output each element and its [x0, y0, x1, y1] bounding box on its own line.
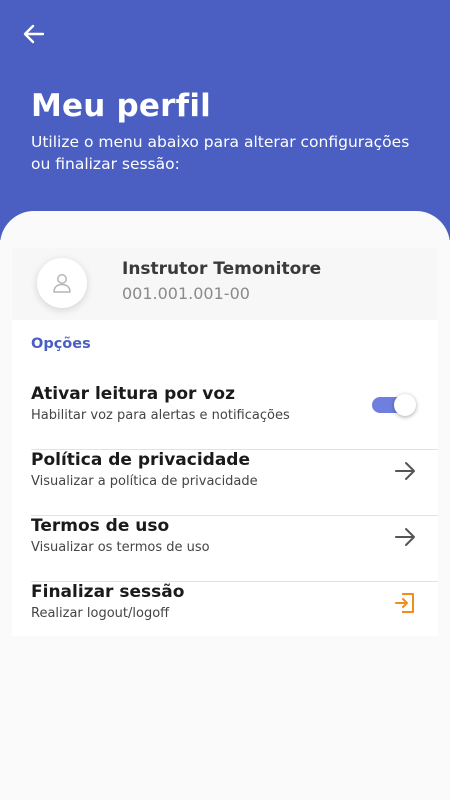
option-title: Ativar leitura por voz — [31, 384, 235, 404]
option-title: Finalizar sessão — [31, 582, 185, 602]
logout-icon[interactable] — [392, 590, 418, 616]
option-description: Habilitar voz para alertas e notificaçõe… — [31, 408, 290, 423]
option-voice-reading[interactable]: Ativar leitura por voz Habilitar voz par… — [12, 384, 438, 450]
options-card: Opções Ativar leitura por voz Habilitar … — [12, 320, 438, 636]
toggle-knob — [394, 394, 416, 416]
options-section-title: Opções — [31, 336, 91, 352]
header: Meu perfil Utilize o menu abaixo para al… — [0, 0, 450, 240]
page-title: Meu perfil — [31, 88, 211, 124]
profile-name: Instrutor Temonitore — [122, 259, 322, 279]
voice-reading-toggle[interactable] — [372, 394, 416, 416]
arrow-left-icon — [23, 24, 45, 44]
option-privacy-policy[interactable]: Política de privacidade Visualizar a pol… — [12, 450, 438, 516]
option-description: Visualizar a política de privacidade — [31, 474, 258, 489]
user-icon — [53, 274, 71, 293]
option-terms-of-use[interactable]: Termos de uso Visualizar os termos de us… — [12, 516, 438, 582]
option-title: Termos de uso — [31, 516, 170, 536]
arrow-right-icon[interactable] — [392, 458, 418, 484]
option-title: Política de privacidade — [31, 450, 251, 470]
profile-card: Instrutor Temonitore 001.001.001-00 — [12, 248, 438, 320]
back-button[interactable] — [18, 20, 50, 48]
arrow-right-icon[interactable] — [392, 524, 418, 550]
avatar — [37, 258, 87, 308]
page-subtitle: Utilize o menu abaixo para alterar confi… — [31, 133, 410, 173]
option-description: Visualizar os termos de uso — [31, 540, 210, 555]
option-logout[interactable]: Finalizar sessão Realizar logout/logoff — [12, 582, 438, 648]
option-description: Realizar logout/logoff — [31, 606, 170, 621]
profile-id: 001.001.001-00 — [122, 284, 250, 303]
